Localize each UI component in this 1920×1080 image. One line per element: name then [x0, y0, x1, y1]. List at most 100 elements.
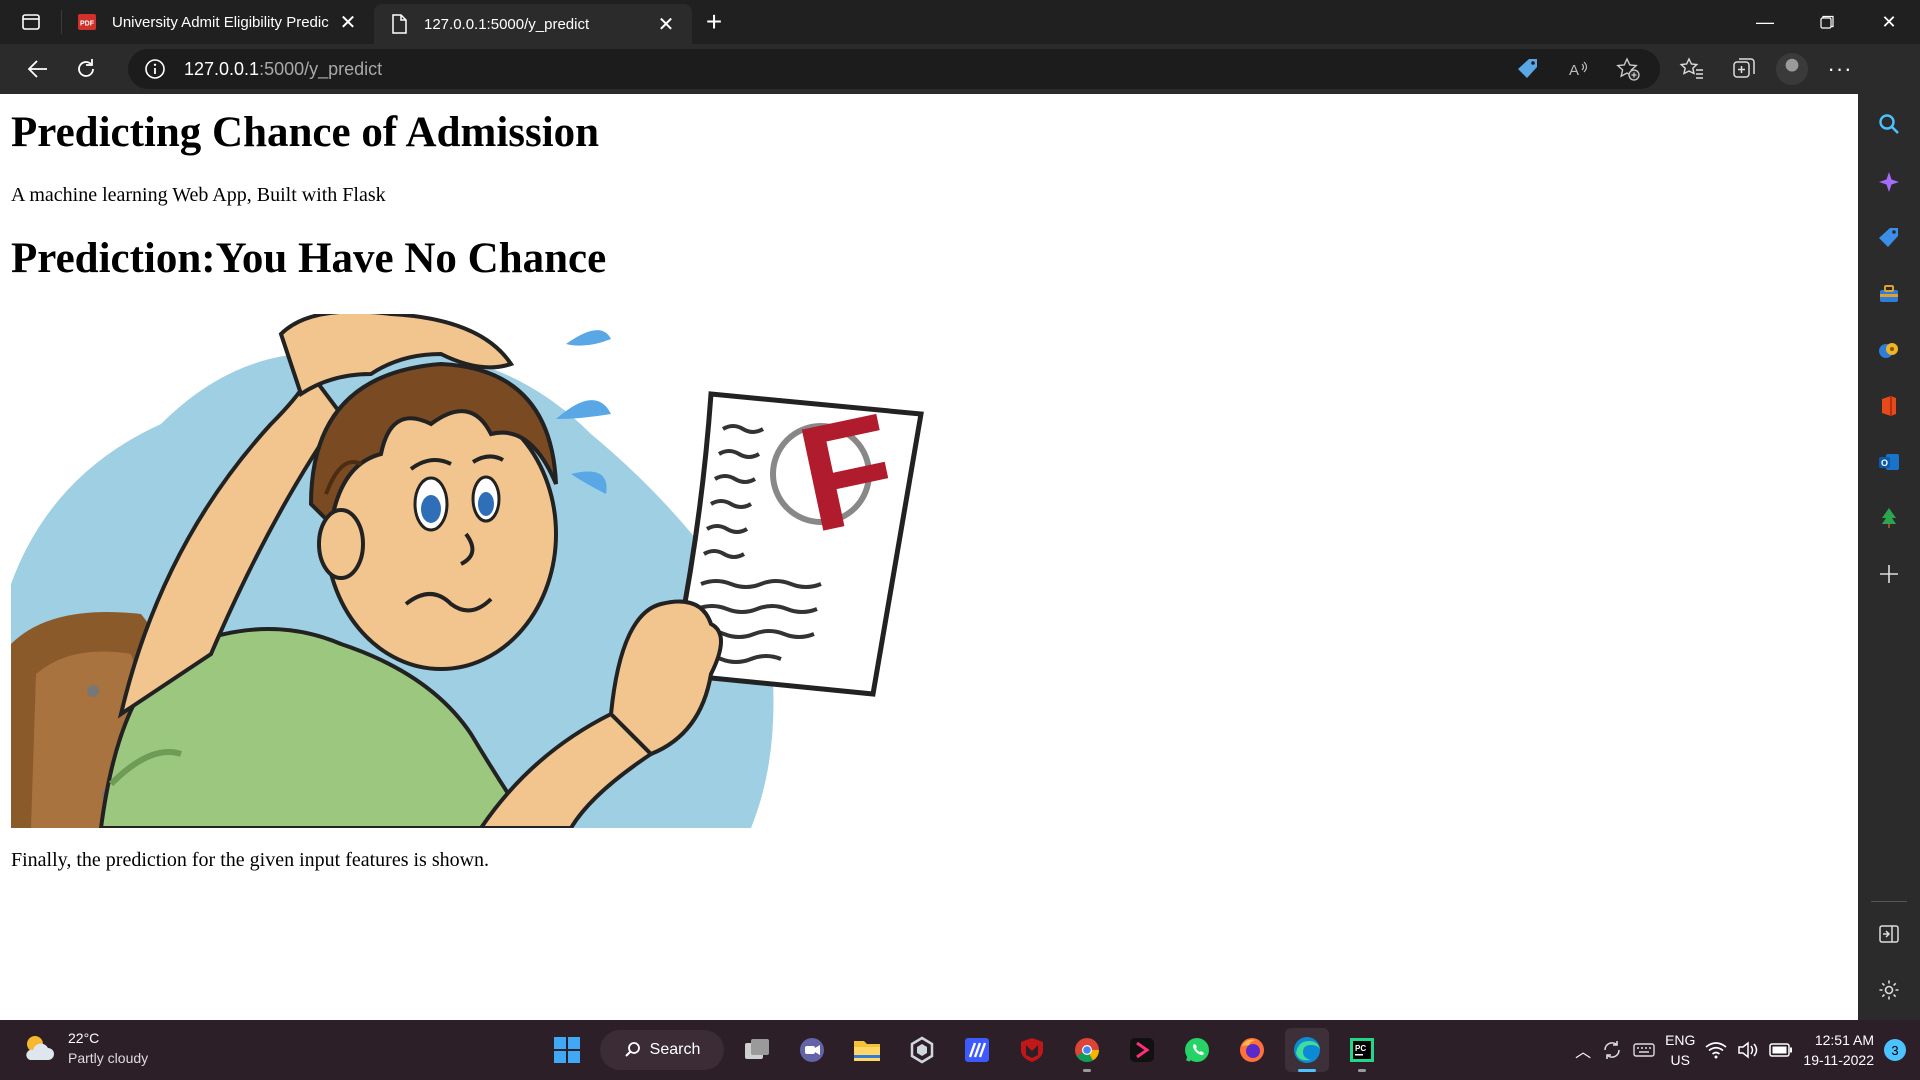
page-subtitle: A machine learning Web App, Built with F…	[11, 184, 386, 206]
gear-icon	[1879, 980, 1899, 1000]
clock-time: 12:51 AM	[1814, 1032, 1874, 1048]
close-window-button[interactable]: ✕	[1858, 0, 1920, 44]
refresh-button[interactable]	[62, 49, 110, 89]
sidebar-office-button[interactable]	[1869, 386, 1909, 426]
url-host: 127.0.0.1	[184, 58, 260, 79]
edge-button[interactable]	[1285, 1028, 1329, 1072]
app-shield-button[interactable]	[900, 1028, 944, 1072]
chrome-icon	[1075, 1038, 1099, 1063]
sidebar-search-button[interactable]	[1869, 104, 1909, 144]
clock[interactable]: 12:51 AM 19-11-2022	[1803, 1030, 1874, 1070]
keyboard-icon[interactable]	[1633, 1042, 1655, 1058]
task-view-icon	[745, 1039, 769, 1059]
app-pink-button[interactable]	[1120, 1028, 1164, 1072]
tab-university-pdf[interactable]: PDF University Admit Eligibility Predic …	[62, 0, 374, 44]
app-mathpix-button[interactable]	[955, 1028, 999, 1072]
language-code: ENG	[1665, 1032, 1696, 1048]
tree-icon	[1882, 508, 1896, 528]
taskbar-search-button[interactable]: Search	[600, 1030, 724, 1070]
whatsapp-icon	[1185, 1038, 1209, 1062]
back-button[interactable]	[14, 49, 62, 89]
svg-text:O: O	[1881, 458, 1888, 468]
new-tab-button[interactable]: +	[692, 0, 736, 44]
pink-app-icon	[1130, 1038, 1154, 1062]
url-path: :5000/y_predict	[259, 58, 383, 79]
language-indicator[interactable]: ENG US	[1665, 1030, 1695, 1070]
search-icon	[624, 1042, 640, 1057]
sidebar-drop-button[interactable]	[1869, 498, 1909, 538]
sidebar-settings-button[interactable]	[1869, 970, 1909, 1010]
tab-actions-button[interactable]	[0, 10, 62, 34]
minimize-button[interactable]: —	[1734, 0, 1796, 44]
tab-y-predict[interactable]: 127.0.0.1:5000/y_predict ✕	[374, 4, 692, 44]
add-favorite-button[interactable]	[1608, 49, 1648, 89]
tab-label: 127.0.0.1:5000/y_predict	[424, 15, 590, 33]
read-aloud-button[interactable]: A	[1558, 49, 1598, 89]
plus-icon: +	[705, 6, 723, 37]
toolbox-icon	[1880, 285, 1898, 302]
chevron-up-icon[interactable]: ︿	[1575, 1038, 1591, 1062]
whatsapp-button[interactable]	[1175, 1028, 1219, 1072]
volume-icon[interactable]	[1737, 1041, 1759, 1059]
collections-button[interactable]	[1724, 49, 1764, 89]
wifi-icon[interactable]	[1705, 1041, 1727, 1059]
folder-icon	[854, 1041, 880, 1061]
edge-icon	[1294, 1037, 1320, 1063]
notification-badge[interactable]: 3	[1884, 1039, 1906, 1061]
sync-icon[interactable]	[1601, 1039, 1623, 1061]
running-indicator	[1083, 1069, 1091, 1072]
favorites-button[interactable]	[1672, 49, 1712, 89]
restore-button[interactable]	[1796, 0, 1858, 44]
page-icon	[388, 13, 410, 35]
windows-taskbar: 22°C Partly cloudy Search PC ︿ ENG US 12…	[0, 1020, 1920, 1080]
collections-icon	[1733, 58, 1755, 78]
result-caption: Finally, the prediction for the given in…	[11, 849, 490, 871]
svg-text:PC: PC	[1355, 1044, 1366, 1053]
tab-label: University Admit Eligibility Predic	[112, 13, 329, 31]
blue-app-icon	[965, 1038, 989, 1062]
sidebar-add-button[interactable]	[1869, 554, 1909, 594]
close-tab-icon[interactable]: ✕	[654, 12, 678, 36]
task-view-button[interactable]	[735, 1028, 779, 1072]
sidebar-discover-button[interactable]	[1869, 162, 1909, 202]
hexagon-app-icon	[910, 1036, 934, 1064]
weather-condition: Partly cloudy	[68, 1050, 149, 1066]
sidebar-tools-button[interactable]	[1869, 274, 1909, 314]
teams-chat-button[interactable]	[790, 1028, 834, 1072]
firefox-button[interactable]	[1230, 1028, 1274, 1072]
close-tab-icon[interactable]: ✕	[336, 10, 360, 34]
pycharm-button[interactable]: PC	[1340, 1028, 1384, 1072]
sidebar-shopping-button[interactable]	[1869, 218, 1909, 258]
games-icon	[1879, 343, 1898, 358]
pdf-icon: PDF	[76, 11, 98, 33]
svg-text:PDF: PDF	[80, 21, 95, 28]
system-tray: ︿ ENG US 12:51 AM 19-11-2022 3	[1575, 1026, 1906, 1074]
prediction-heading: Prediction:You Have No Chance	[11, 235, 607, 282]
office-icon	[1882, 396, 1896, 416]
running-indicator	[1298, 1069, 1316, 1072]
coupon-tag-button[interactable]	[1508, 49, 1548, 89]
sidebar-games-button[interactable]	[1869, 330, 1909, 370]
chrome-button[interactable]	[1065, 1028, 1109, 1072]
web-page: Predicting Chance of Admission A machine…	[0, 94, 1858, 1020]
panel-collapse-icon	[1879, 925, 1899, 943]
outlook-icon: O	[1879, 454, 1899, 470]
mcafee-button[interactable]	[1010, 1028, 1054, 1072]
sidebar-hide-button[interactable]	[1869, 914, 1909, 954]
address-bar[interactable]: 127.0.0.1:5000/y_predict A	[128, 49, 1660, 89]
search-icon	[1879, 114, 1899, 134]
mcafee-shield-icon	[1021, 1038, 1043, 1062]
back-arrow-icon	[27, 60, 47, 78]
weather-widget[interactable]: 22°C Partly cloudy	[22, 1028, 148, 1068]
sidebar-outlook-button[interactable]: O	[1869, 442, 1909, 482]
plus-icon	[1880, 565, 1898, 583]
settings-more-button[interactable]: ···	[1820, 49, 1860, 89]
profile-avatar[interactable]	[1776, 53, 1808, 85]
running-indicator	[1358, 1069, 1366, 1072]
start-button[interactable]	[545, 1028, 589, 1072]
file-explorer-button[interactable]	[845, 1028, 889, 1072]
star-add-icon	[1616, 57, 1640, 81]
site-info-icon[interactable]	[142, 56, 168, 82]
refresh-icon	[78, 59, 94, 77]
battery-icon[interactable]	[1769, 1043, 1793, 1057]
